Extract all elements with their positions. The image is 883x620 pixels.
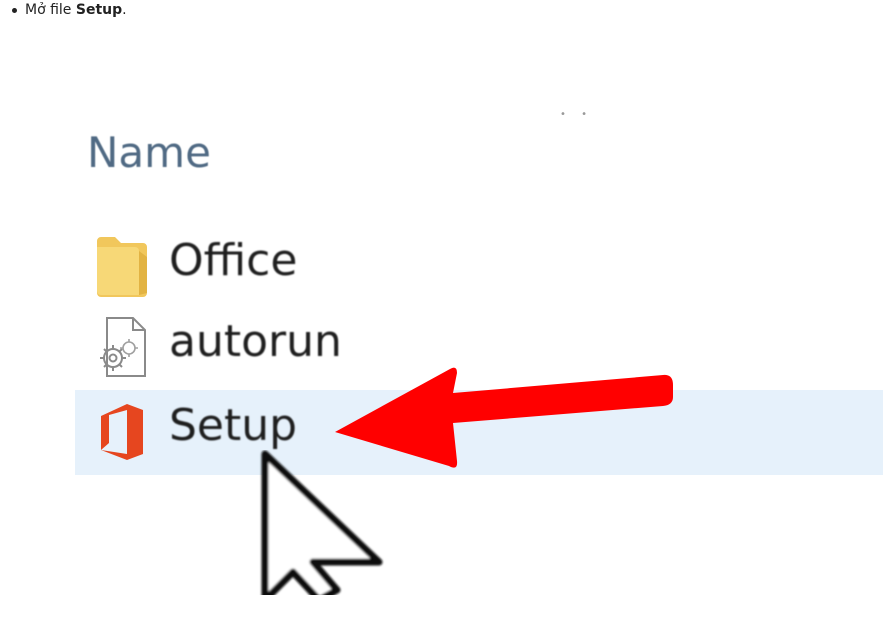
explorer-screenshot: • • Name Office autorun Setup — [75, 95, 883, 595]
instruction-prefix: Mở file — [25, 2, 76, 18]
instruction-line: Mở file Setup . — [12, 2, 127, 18]
mouse-cursor-icon — [261, 450, 383, 595]
instruction-suffix: . — [122, 2, 127, 18]
file-row-office[interactable]: Office — [75, 225, 883, 307]
folder-icon — [97, 237, 147, 297]
file-label: Setup — [169, 400, 298, 451]
settings-file-icon — [100, 317, 146, 377]
top-speck: • • — [560, 109, 593, 120]
office-logo-icon — [101, 404, 143, 460]
file-label: Office — [169, 235, 298, 286]
name-column-header[interactable]: Name — [87, 128, 211, 177]
file-label: autorun — [169, 316, 342, 367]
bullet-dot — [12, 7, 17, 13]
instruction-target: Setup — [75, 2, 123, 18]
